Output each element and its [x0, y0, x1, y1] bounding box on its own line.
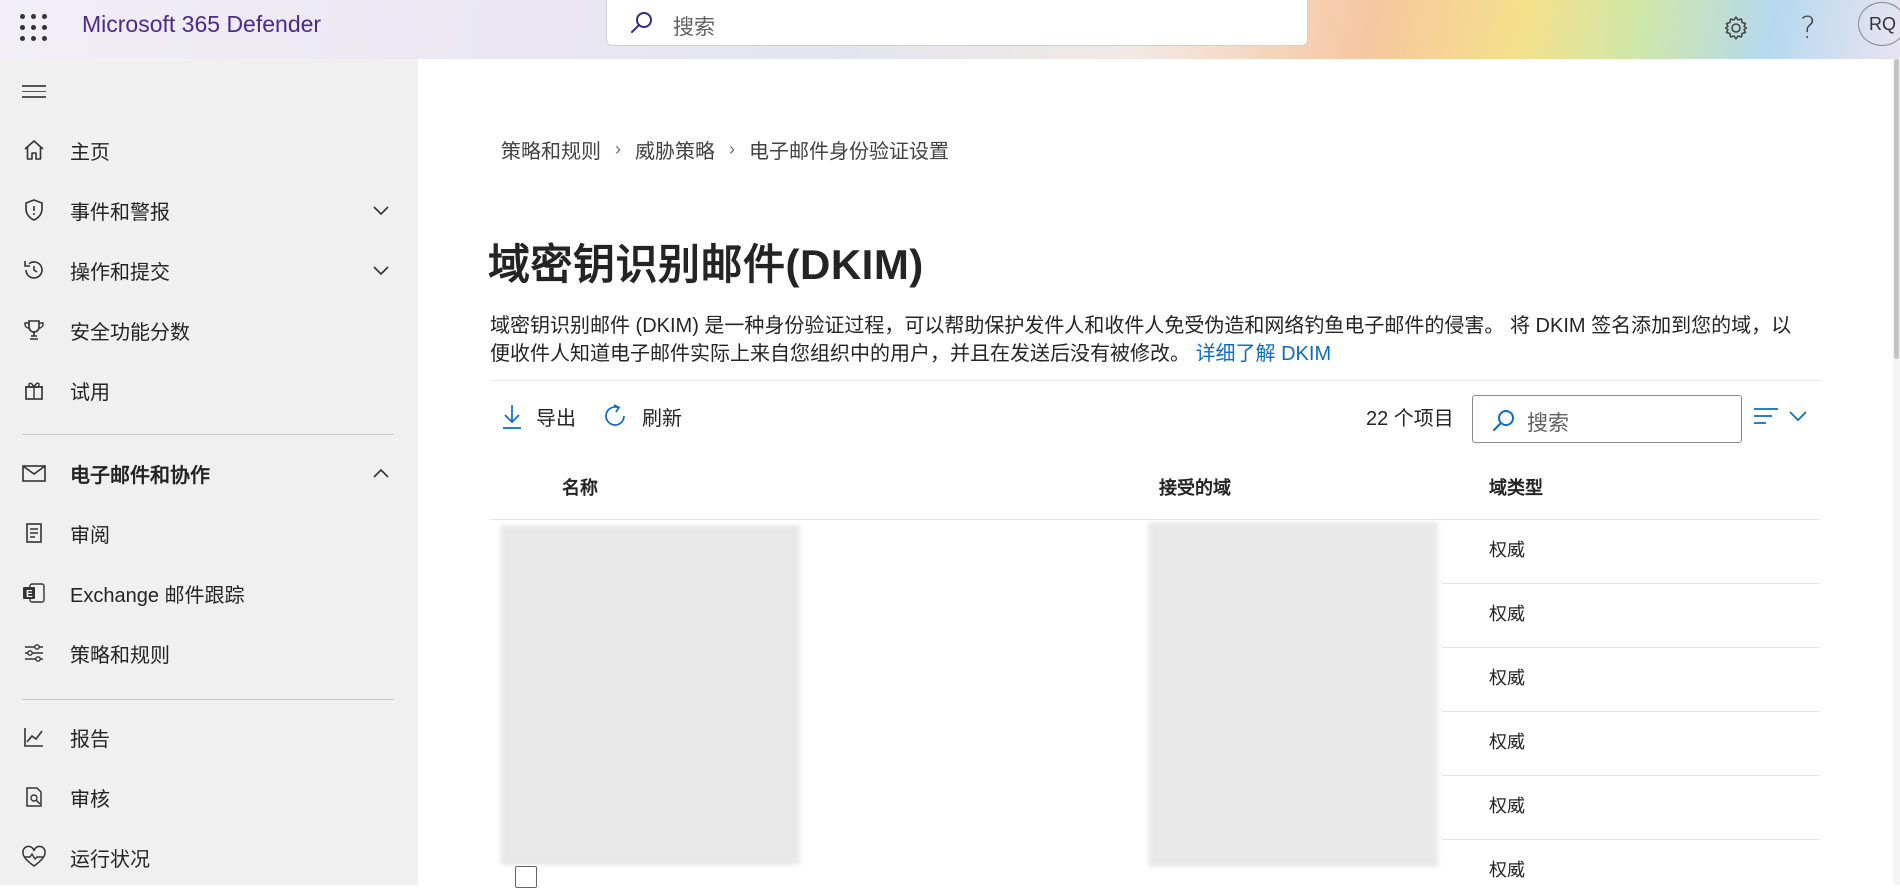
table-row-domain-type: 权威 — [1489, 796, 1525, 816]
table-row-domain-type: 权威 — [1489, 732, 1525, 752]
refresh-icon — [605, 404, 625, 426]
search-icon — [1493, 410, 1514, 431]
nav-item-label: 策略和规则 — [70, 644, 170, 667]
chart-icon — [20, 723, 48, 751]
global-search-placeholder: 搜索 — [673, 16, 715, 39]
refresh-label: 刷新 — [642, 407, 682, 430]
home-icon — [20, 136, 48, 164]
history-icon — [20, 256, 48, 284]
table-row-domain-type: 权威 — [1489, 604, 1525, 624]
breadcrumb-item-threat-policies[interactable]: 威胁策略 — [635, 135, 715, 164]
nav-item-label: 事件和警报 — [70, 201, 170, 224]
description-text: 域密钥识别邮件 (DKIM) 是一种身份验证过程，可以帮助保护发件人和收件人免受… — [490, 315, 1792, 365]
nav-item-label: 安全功能分数 — [70, 321, 190, 344]
redacted-domain-cells — [1148, 522, 1438, 867]
breadcrumb-item-email-auth-settings[interactable]: 电子邮件身份验证设置 — [749, 135, 949, 164]
breadcrumb: 策略和规则 › 威胁策略 › 电子邮件身份验证设置 — [501, 135, 949, 164]
table-header-divider — [490, 519, 1820, 520]
nav-item-actions-submissions[interactable]: 操作和提交 — [0, 245, 418, 295]
chevron-down-icon — [1789, 411, 1807, 422]
filter-lines-icon — [1754, 408, 1778, 424]
chevron-up-icon[interactable] — [370, 462, 392, 484]
filter-options-button[interactable] — [1752, 402, 1812, 430]
heart-pulse-icon — [20, 843, 48, 871]
table-row-domain-type: 权威 — [1489, 860, 1525, 880]
nav-item-reports[interactable]: 报告 — [0, 712, 418, 762]
global-search-input[interactable]: 搜索 — [606, 0, 1308, 46]
chevron-right-icon: › — [615, 139, 621, 159]
redacted-name-cells — [500, 525, 800, 865]
nav-item-label: 主页 — [70, 141, 110, 164]
table-row-divider — [1442, 839, 1820, 840]
page-scrollbar[interactable] — [1893, 59, 1900, 885]
chevron-right-icon: › — [729, 139, 735, 159]
mail-icon — [20, 459, 48, 487]
refresh-button[interactable]: 刷新 — [602, 398, 682, 434]
gift-icon — [20, 376, 48, 404]
search-icon — [631, 12, 652, 33]
nav-item-secure-score[interactable]: 安全功能分数 — [0, 305, 418, 355]
table-row-divider — [1442, 647, 1820, 648]
nav-item-incidents-alerts[interactable]: 事件和警报 — [0, 185, 418, 235]
table-row-divider — [1442, 775, 1820, 776]
nav-divider — [22, 699, 394, 700]
nav-item-exchange-message-trace[interactable]: E Exchange 邮件跟踪 — [0, 568, 418, 618]
nav-item-label: 报告 — [70, 728, 110, 751]
table-row-domain-type: 权威 — [1489, 668, 1525, 688]
nav-item-audit[interactable]: 审核 — [0, 772, 418, 822]
settings-gear-icon[interactable] — [1718, 10, 1754, 46]
nav-item-label: 运行状况 — [70, 848, 150, 871]
export-button[interactable]: 导出 — [500, 398, 576, 434]
left-navigation: 主页 事件和警报 操作和提交 安全功能分数 试用 电子邮件和协作 审阅 E Ex… — [0, 59, 418, 885]
nav-item-policies-rules[interactable]: 策略和规则 — [0, 628, 418, 678]
table-search-input[interactable]: 搜索 — [1472, 395, 1742, 443]
column-header-name[interactable]: 名称 — [562, 474, 598, 500]
trophy-icon — [20, 316, 48, 344]
scrollbar-thumb[interactable] — [1894, 59, 1899, 359]
export-label: 导出 — [536, 407, 576, 430]
page-title: 域密钥识别邮件(DKIM) — [488, 241, 924, 288]
help-icon[interactable]: ? — [1790, 10, 1826, 46]
chevron-down-icon[interactable] — [370, 259, 392, 281]
page-description: 域密钥识别邮件 (DKIM) 是一种身份验证过程，可以帮助保护发件人和收件人免受… — [490, 312, 1810, 368]
document-icon — [20, 519, 48, 547]
nav-item-home[interactable]: 主页 — [0, 125, 418, 175]
collapse-menu-icon[interactable] — [22, 85, 46, 102]
settings-sliders-icon — [20, 639, 48, 667]
top-header: Microsoft 365 Defender 搜索 ? RQ — [0, 0, 1900, 59]
download-icon — [503, 405, 521, 429]
item-count: 22 个项目 — [1366, 408, 1454, 430]
nav-item-label: 审阅 — [70, 524, 110, 547]
table-search-placeholder: 搜索 — [1527, 412, 1569, 435]
nav-item-label: 操作和提交 — [70, 261, 170, 284]
nav-divider — [22, 434, 394, 435]
exchange-icon: E — [20, 579, 48, 607]
learn-more-link[interactable]: 详细了解 DKIM — [1196, 343, 1332, 365]
nav-item-trials[interactable]: 试用 — [0, 365, 418, 415]
nav-item-label: Exchange 邮件跟踪 — [70, 584, 245, 607]
user-avatar[interactable]: RQ — [1858, 2, 1900, 46]
table-row-divider — [1442, 583, 1820, 584]
nav-item-review[interactable]: 审阅 — [0, 508, 418, 558]
nav-item-label: 试用 — [70, 381, 110, 404]
table-row-divider — [1442, 711, 1820, 712]
shield-icon — [20, 196, 48, 224]
nav-item-email-collaboration[interactable]: 电子邮件和协作 — [0, 448, 418, 498]
audit-icon — [20, 783, 48, 811]
column-header-domain-type[interactable]: 域类型 — [1489, 474, 1543, 500]
svg-text:E: E — [26, 589, 33, 600]
nav-item-health[interactable]: 运行状况 — [0, 832, 418, 882]
nav-item-label: 审核 — [70, 788, 110, 811]
table-row-domain-type: 权威 — [1489, 540, 1525, 560]
toolbar-divider — [490, 380, 1820, 381]
nav-item-label: 电子邮件和协作 — [70, 464, 210, 487]
breadcrumb-item-policies-rules[interactable]: 策略和规则 — [501, 135, 601, 164]
column-header-accepted-domain[interactable]: 接受的域 — [1159, 474, 1231, 500]
app-title[interactable]: Microsoft 365 Defender — [82, 11, 321, 38]
chevron-down-icon[interactable] — [370, 199, 392, 221]
app-launcher-icon[interactable] — [20, 14, 48, 42]
